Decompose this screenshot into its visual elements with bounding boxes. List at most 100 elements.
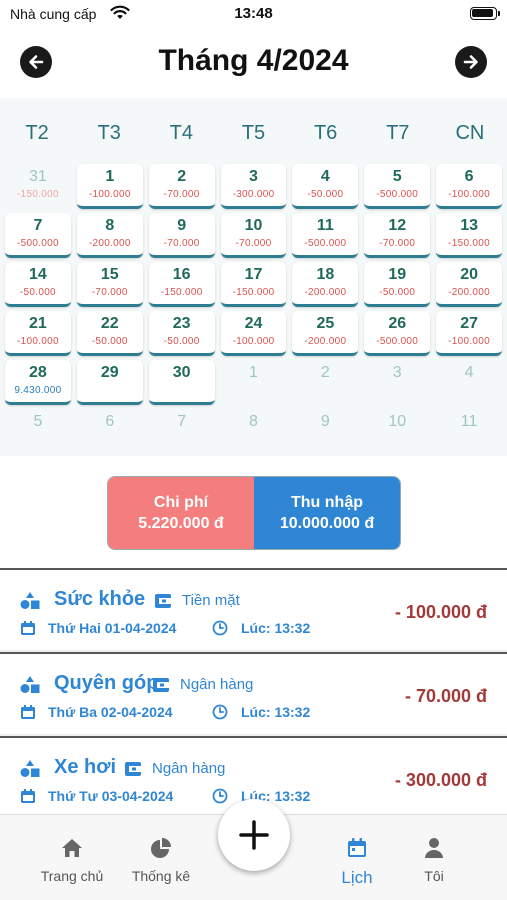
calendar-day-cell[interactable]: 6 -100.000 bbox=[433, 162, 505, 211]
calendar-week-row: 28 9.430.000 29 30 1 2 3 4 bbox=[2, 358, 505, 407]
day-number: 24 bbox=[244, 315, 263, 332]
calendar-day-cell[interactable]: 2 bbox=[289, 358, 361, 407]
day-amount: -70.000 bbox=[91, 287, 128, 298]
calendar-day-cell[interactable]: 9 -70.000 bbox=[146, 211, 218, 260]
day-number: 6 bbox=[105, 413, 115, 430]
calendar-day-cell[interactable]: 28 9.430.000 bbox=[2, 358, 74, 407]
day-number: 28 bbox=[29, 364, 47, 381]
day-number: 31 bbox=[29, 168, 47, 185]
calendar-day-cell[interactable]: 5 -500.000 bbox=[361, 162, 433, 211]
transaction-item[interactable]: Quyên góp Ngân hàng Thứ Ba 02-04-2024 Lúc: … bbox=[0, 652, 507, 734]
calendar-day-cell[interactable]: 31 -150.000 bbox=[2, 162, 74, 211]
day-amount: -70.000 bbox=[235, 238, 272, 249]
expense-summary[interactable]: Chi phí 5.220.000 đ bbox=[108, 477, 254, 549]
day-number: 30 bbox=[172, 364, 191, 381]
calendar-day-cell[interactable]: 12 -70.000 bbox=[361, 211, 433, 260]
day-number: 20 bbox=[460, 266, 478, 283]
calendar-day-cell[interactable]: 11 -500.000 bbox=[289, 211, 361, 260]
calendar-day-cell[interactable]: 15 -70.000 bbox=[74, 260, 146, 309]
day-number: 12 bbox=[388, 217, 407, 234]
weekday-label: CN bbox=[455, 122, 485, 144]
account-name: Ngân hàng bbox=[180, 676, 254, 693]
calendar-day-cell[interactable]: 8 bbox=[218, 407, 290, 456]
calendar-day-cell[interactable]: 10 bbox=[361, 407, 433, 456]
day-amount: -50.000 bbox=[19, 287, 56, 298]
expense-total: 5.220.000 đ bbox=[138, 515, 224, 532]
calendar-day-cell[interactable]: 25 -200.000 bbox=[289, 309, 361, 358]
calendar-day-cell[interactable]: 3 -300.000 bbox=[218, 162, 290, 211]
day-number: 15 bbox=[100, 266, 119, 283]
calendar-day-cell[interactable]: 9 bbox=[289, 407, 361, 456]
calendar-day-cell[interactable]: 17 -150.000 bbox=[218, 260, 290, 309]
day-number: 21 bbox=[29, 315, 47, 332]
calendar-day-cell[interactable]: 24 -100.000 bbox=[218, 309, 290, 358]
day-number: 27 bbox=[460, 315, 478, 332]
calendar-day-cell[interactable]: 7 -500.000 bbox=[2, 211, 74, 260]
day-number: 2 bbox=[320, 364, 330, 381]
day-number: 6 bbox=[464, 168, 474, 185]
battery-icon bbox=[470, 7, 500, 20]
calendar-day-cell[interactable]: 5 bbox=[2, 407, 74, 456]
calendar-day-cell[interactable]: 30 bbox=[146, 358, 218, 407]
day-number: 2 bbox=[177, 168, 187, 185]
tab-home[interactable]: Trang chủ bbox=[27, 837, 117, 884]
day-amount: -500.000 bbox=[376, 336, 419, 347]
calendar-day-cell[interactable]: 1 -100.000 bbox=[74, 162, 146, 211]
calendar-day-cell[interactable]: 26 -500.000 bbox=[361, 309, 433, 358]
calendar-day-cell[interactable]: 19 -50.000 bbox=[361, 260, 433, 309]
day-number: 1 bbox=[105, 168, 115, 185]
day-number: 29 bbox=[100, 364, 119, 381]
calendar-day-cell[interactable]: 29 bbox=[74, 358, 146, 407]
calendar-day-cell[interactable]: 14 -50.000 bbox=[2, 260, 74, 309]
calendar-day-cell[interactable]: 6 bbox=[74, 407, 146, 456]
day-amount: -150.000 bbox=[448, 238, 491, 249]
month-header: Tháng 4/2024 bbox=[0, 40, 507, 86]
calendar-day-cell[interactable]: 4 bbox=[433, 358, 505, 407]
income-summary[interactable]: Thu nhập 10.000.000 đ bbox=[254, 477, 400, 549]
day-number: 23 bbox=[172, 315, 191, 332]
calendar-day-cell[interactable]: 2 -70.000 bbox=[146, 162, 218, 211]
calendar-day-cell[interactable]: 16 -150.000 bbox=[146, 260, 218, 309]
transaction-list[interactable]: Sức khỏe Tiền mặt Thứ Hai 01-04-2024 Lúc: 1… bbox=[0, 568, 507, 814]
transaction-time: Lúc: 13:32 bbox=[241, 620, 311, 636]
calendar-day-cell[interactable]: 13 -150.000 bbox=[433, 211, 505, 260]
clock-time: 13:48 bbox=[234, 5, 273, 22]
transaction-date: Thứ Ba 02-04-2024 bbox=[48, 704, 173, 720]
tab-stats[interactable]: Thống kê bbox=[116, 837, 206, 884]
calendar-day-cell[interactable]: 3 bbox=[361, 358, 433, 407]
tab-home-label: Trang chủ bbox=[40, 868, 104, 884]
tab-bar: Trang chủ Thống kê Lịch Tôi bbox=[0, 799, 507, 900]
day-number: 3 bbox=[249, 168, 258, 185]
day-number: 13 bbox=[460, 217, 478, 234]
calendar-week-row: 14 -50.000 15 -70.000 16 -150.000 17 -150.000 18… bbox=[2, 260, 505, 309]
arrow-right-icon bbox=[463, 55, 478, 69]
calendar-day-cell[interactable]: 1 bbox=[218, 358, 290, 407]
calendar-day-cell[interactable]: 21 -100.000 bbox=[2, 309, 74, 358]
day-number: 9 bbox=[177, 217, 187, 234]
category-shapes-icon bbox=[20, 760, 40, 783]
transaction-time: Lúc: 13:32 bbox=[241, 704, 311, 720]
weekday-header: T2 T3 T4 T5 T6 T7 CN bbox=[0, 98, 507, 162]
calendar-day-cell[interactable]: 22 -50.000 bbox=[74, 309, 146, 358]
add-transaction-button[interactable] bbox=[218, 799, 290, 871]
tab-profile[interactable]: Tôi bbox=[389, 837, 479, 884]
month-title: Tháng 4/2024 bbox=[158, 44, 349, 77]
calendar-day-cell[interactable]: 27 -100.000 bbox=[433, 309, 505, 358]
calendar-day-cell[interactable]: 18 -200.000 bbox=[289, 260, 361, 309]
user-icon bbox=[425, 838, 443, 858]
category-name: Quyên góp bbox=[54, 672, 159, 694]
transaction-amount: - 100.000 đ bbox=[394, 602, 487, 622]
calendar-day-cell[interactable]: 23 -50.000 bbox=[146, 309, 218, 358]
calendar-day-cell[interactable]: 7 bbox=[146, 407, 218, 456]
transaction-item[interactable]: Sức khỏe Tiền mặt Thứ Hai 01-04-2024 Lúc: 1… bbox=[0, 568, 507, 650]
calendar-day-cell[interactable]: 10 -70.000 bbox=[218, 211, 290, 260]
calendar-day-cell[interactable]: 4 -50.000 bbox=[289, 162, 361, 211]
calendar-day-cell[interactable]: 11 bbox=[433, 407, 505, 456]
day-amount: -100.000 bbox=[448, 336, 491, 347]
calendar-day-cell[interactable]: 8 -200.000 bbox=[74, 211, 146, 260]
day-amount: -150.000 bbox=[232, 287, 275, 298]
day-number: 19 bbox=[388, 266, 407, 283]
next-month-button[interactable] bbox=[455, 46, 487, 78]
day-amount: -50.000 bbox=[307, 189, 344, 200]
calendar-day-cell[interactable]: 20 -200.000 bbox=[433, 260, 505, 309]
